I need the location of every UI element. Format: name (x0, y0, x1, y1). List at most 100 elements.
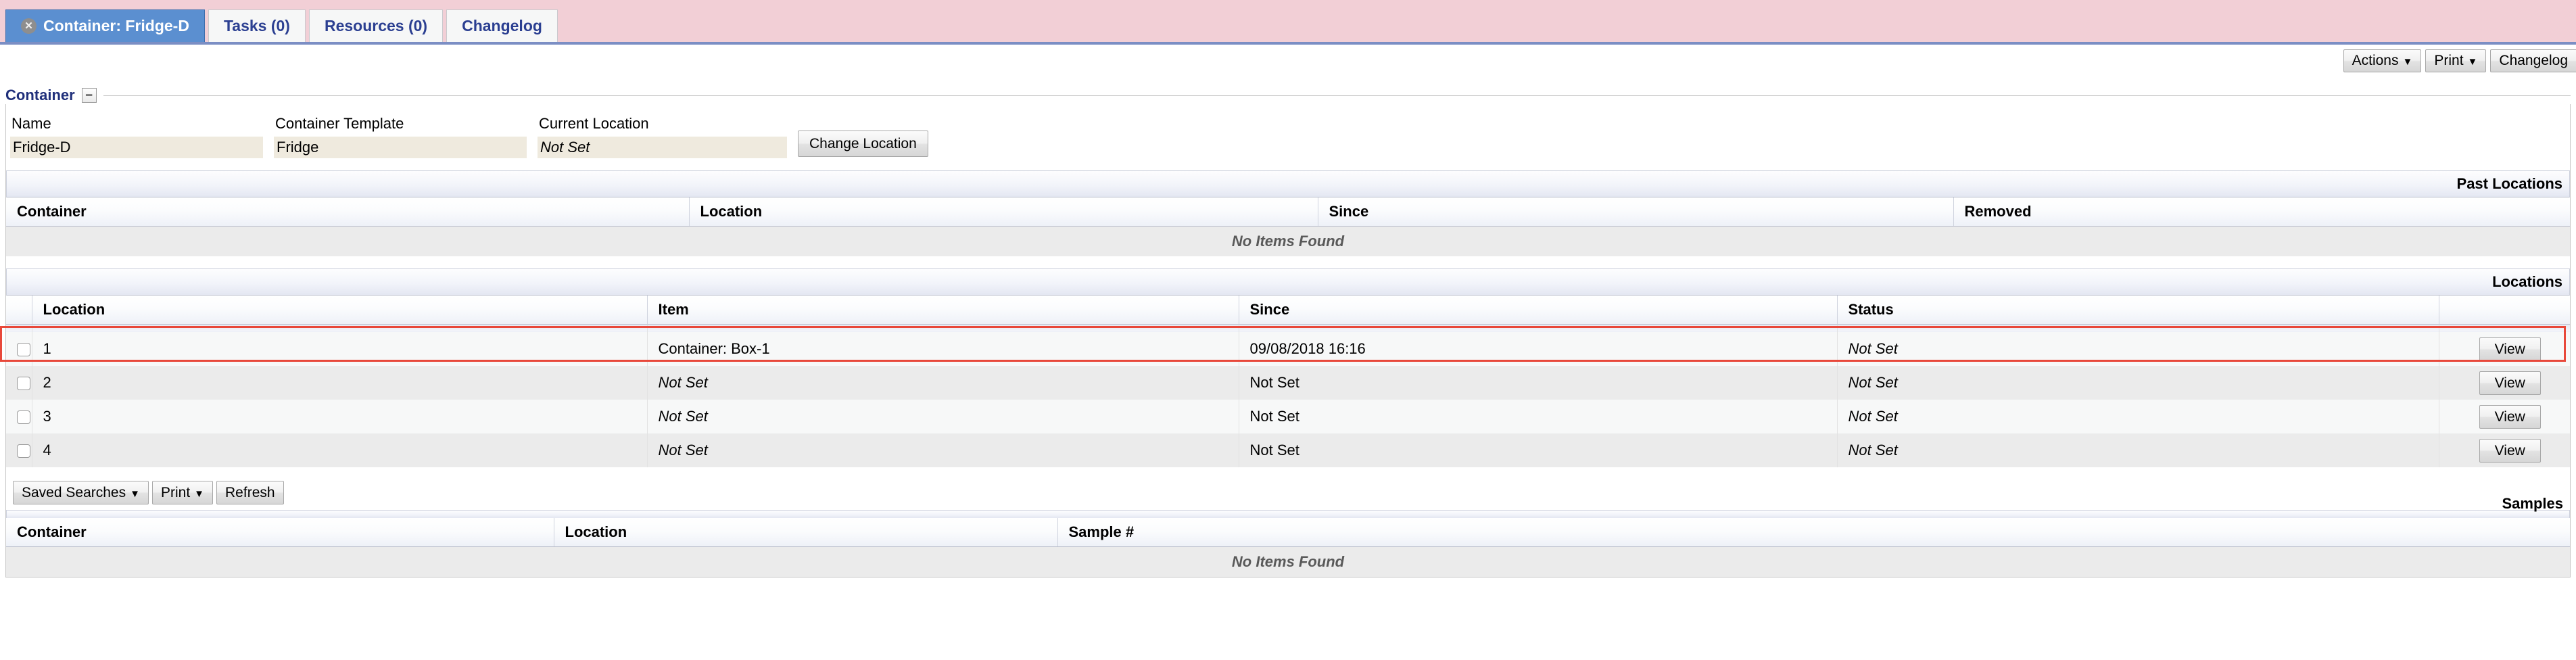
tab-changelog[interactable]: Changelog (446, 9, 558, 42)
column-header-container[interactable]: Container (6, 518, 554, 548)
actions-button-label: Actions (2352, 53, 2399, 69)
row-checkbox-cell[interactable] (6, 366, 32, 400)
field-container-template: Container Template Fridge (274, 115, 538, 158)
column-header-since[interactable]: Since (1239, 295, 1838, 325)
tab-resources[interactable]: Resources (0) (308, 9, 444, 42)
table-row[interactable]: 1 Container: Box-1 09/08/2018 16:16 Not … (6, 332, 2570, 366)
container-panel-header: Container – (5, 87, 2571, 104)
cell-status: Not Set (1837, 400, 2439, 433)
locations-grid: Locations Location Item Since Status 1 C… (0, 268, 2570, 467)
row-checkbox-cell[interactable] (6, 433, 32, 467)
samples-section: Saved Searches ▼ Print ▼ Refresh Contain… (6, 474, 2570, 577)
table-row[interactable]: 2 Not Set Not Set Not Set View (6, 366, 2570, 400)
column-header-location[interactable]: Location (554, 518, 1058, 548)
spacer-cell (1239, 324, 1838, 332)
column-header-status[interactable]: Status (1837, 295, 2439, 325)
saved-searches-label: Saved Searches (22, 485, 126, 500)
cell-location: 3 (32, 400, 648, 433)
column-header-since[interactable]: Since (1318, 197, 1954, 227)
column-header-removed[interactable]: Removed (1953, 197, 2570, 227)
view-button[interactable]: View (2479, 371, 2541, 395)
table-row[interactable]: 3 Not Set Not Set Not Set View (6, 400, 2570, 433)
panel-divider (103, 95, 2571, 96)
view-button[interactable]: View (2479, 405, 2541, 429)
samples-print-label: Print (160, 485, 191, 500)
row-checkbox[interactable] (17, 377, 30, 391)
spacer-cell (6, 324, 32, 332)
row-checkbox[interactable] (17, 410, 30, 425)
locations-table: Location Item Since Status 1 Container: … (6, 295, 2570, 467)
table-row[interactable]: 4 Not Set Not Set Not Set View (6, 433, 2570, 467)
cell-location: 1 (32, 332, 648, 366)
tab-container-fridge-d[interactable]: ✕ Container: Fridge-D (5, 9, 205, 42)
column-header-select (6, 295, 32, 325)
refresh-button[interactable]: Refresh (216, 481, 284, 505)
field-name: Name Fridge-D (10, 115, 274, 158)
empty-message: No Items Found (6, 226, 2570, 256)
cell-item: Not Set (647, 433, 1239, 467)
cell-item: Not Set (647, 366, 1239, 400)
view-button[interactable]: View (2479, 337, 2541, 361)
field-current-location-value[interactable]: Not Set (538, 137, 787, 158)
cell-actions: View (2439, 400, 2570, 433)
cell-since: Not Set (1239, 400, 1838, 433)
field-name-value[interactable]: Fridge-D (10, 137, 263, 158)
table-header-row: Container Location Since Removed (6, 197, 2570, 227)
container-panel: Container – Name Fridge-D Container Temp… (0, 87, 2571, 578)
samples-body: No Items Found (6, 546, 2570, 577)
tab-label: Container: Fridge-D (43, 17, 189, 34)
row-checkbox[interactable] (17, 343, 30, 357)
chevron-down-icon: ▼ (130, 488, 140, 500)
past-locations-caption: Past Locations (6, 170, 2570, 197)
chevron-down-icon: ▼ (2467, 56, 2478, 68)
empty-row: No Items Found (6, 546, 2570, 577)
row-checkbox[interactable] (17, 444, 30, 458)
tab-label: Changelog (462, 17, 542, 34)
changelog-button-label: Changelog (2499, 53, 2568, 69)
changelog-button[interactable]: Changelog (2490, 49, 2576, 72)
chevron-down-icon: ▼ (194, 488, 205, 500)
samples-caption: Samples (2502, 495, 2564, 513)
actions-button[interactable]: Actions ▼ (2343, 49, 2422, 72)
field-container-template-label: Container Template (275, 115, 404, 132)
change-location-wrap: Change Location (798, 130, 939, 158)
empty-message: No Items Found (6, 546, 2570, 577)
column-header-location[interactable]: Location (32, 295, 648, 325)
container-panel-body: Name Fridge-D Container Template Fridge … (0, 104, 2571, 578)
empty-row: No Items Found (6, 226, 2570, 256)
samples-caption-strip (6, 510, 2570, 519)
column-header-container[interactable]: Container (6, 197, 690, 227)
samples-grid: Container Location Sample # No Items Fou… (6, 495, 2570, 577)
field-current-location-label: Current Location (539, 115, 649, 132)
chevron-down-icon: ▼ (2402, 56, 2413, 68)
container-form: Name Fridge-D Container Template Fridge … (6, 115, 2570, 158)
action-toolbar: Actions ▼ Print ▼ Changelog (0, 45, 2576, 77)
header-spacer-row (6, 324, 2570, 332)
print-button-label: Print (2434, 53, 2464, 69)
samples-print-button[interactable]: Print ▼ (151, 481, 214, 505)
cell-since: Not Set (1239, 433, 1838, 467)
cell-actions: View (2439, 332, 2570, 366)
field-container-template-value[interactable]: Fridge (274, 137, 527, 158)
samples-toolbar: Saved Searches ▼ Print ▼ Refresh (6, 474, 2570, 510)
row-checkbox-cell[interactable] (6, 332, 32, 366)
column-header-sample-number[interactable]: Sample # (1057, 518, 2570, 548)
change-location-button[interactable]: Change Location (798, 130, 928, 157)
samples-table: Container Location Sample # No Items Fou… (6, 518, 2570, 577)
tab-tasks[interactable]: Tasks (0) (208, 9, 306, 42)
table-header-row: Container Location Sample # (6, 518, 2570, 548)
collapse-icon[interactable]: – (81, 88, 97, 103)
cell-item: Container: Box-1 (647, 332, 1239, 366)
saved-searches-button[interactable]: Saved Searches ▼ (13, 481, 149, 505)
print-button[interactable]: Print ▼ (2425, 49, 2487, 72)
close-icon[interactable]: ✕ (21, 18, 37, 34)
tab-label: Tasks (0) (223, 17, 290, 34)
row-checkbox-cell[interactable] (6, 400, 32, 433)
column-header-location[interactable]: Location (689, 197, 1318, 227)
column-header-item[interactable]: Item (647, 295, 1239, 325)
view-button[interactable]: View (2479, 439, 2541, 463)
cell-location: 2 (32, 366, 648, 400)
cell-since: 09/08/2018 16:16 (1239, 332, 1838, 366)
cell-status: Not Set (1837, 366, 2439, 400)
cell-actions: View (2439, 366, 2570, 400)
